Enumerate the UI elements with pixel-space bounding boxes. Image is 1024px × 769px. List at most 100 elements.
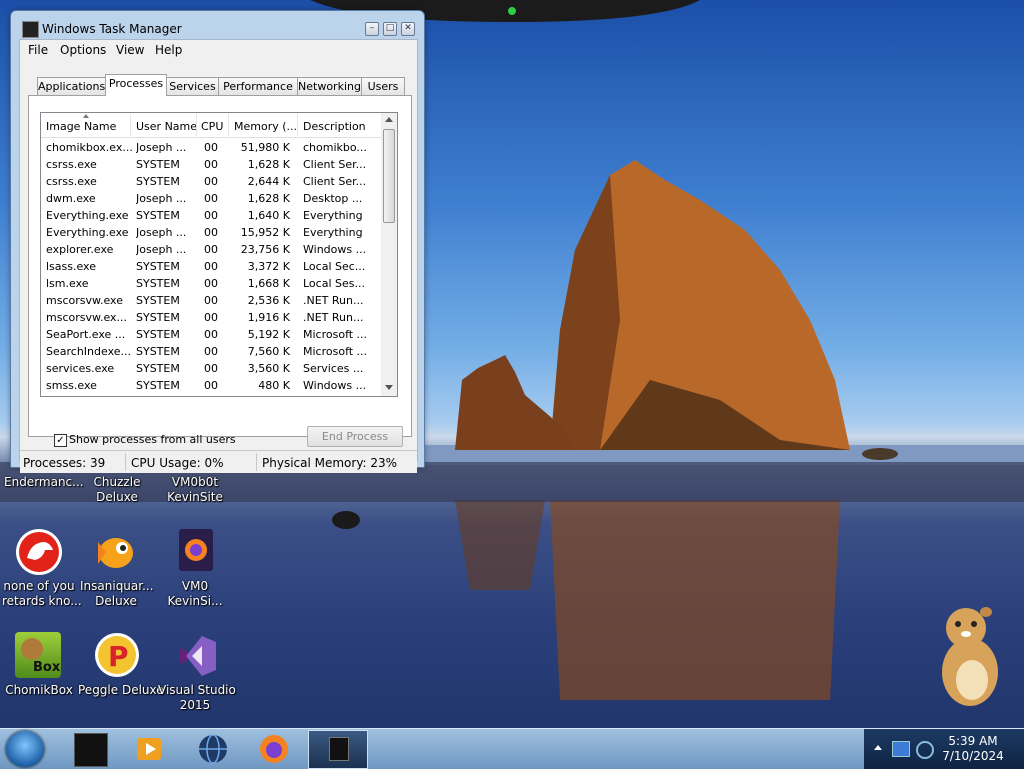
start-orb-icon[interactable] xyxy=(6,731,44,767)
end-process-button[interactable]: End Process xyxy=(307,426,403,447)
table-cell: 2,644 K xyxy=(247,175,290,188)
table-row[interactable]: csrss.exe SYSTEM 00 2,644 K Client Ser... xyxy=(41,173,381,190)
media-player-icon[interactable] xyxy=(134,733,166,765)
menu-view[interactable]: View xyxy=(116,43,144,57)
show-all-users-label[interactable]: Show processes from all users xyxy=(69,433,236,446)
maximize-button[interactable]: □ xyxy=(383,22,397,36)
table-cell: Client Ser... xyxy=(303,175,367,188)
scroll-up-arrow-icon[interactable] xyxy=(385,117,393,122)
chomikbox-badge: Box xyxy=(33,660,61,675)
clock[interactable]: 5:39 AM 7/10/2024 xyxy=(928,734,1018,764)
desktop-icon-label-chomikbox[interactable]: ChomikBox xyxy=(2,683,76,698)
desktop-icon-label-none-of-you[interactable]: none of you retards kno... xyxy=(2,579,82,609)
table-cell: 15,952 K xyxy=(240,226,290,239)
processes-panel: Image Name User Name CPU Memory (... Des… xyxy=(28,95,412,437)
table-cell: SYSTEM xyxy=(136,209,180,222)
tab-processes[interactable]: Processes xyxy=(105,74,167,96)
title-bar[interactable]: Windows Task Manager – □ ✕ xyxy=(11,11,424,39)
terminal-icon[interactable] xyxy=(74,733,108,767)
scroll-down-arrow-icon[interactable] xyxy=(385,385,393,390)
network-icon[interactable] xyxy=(892,741,910,757)
table-cell: Microsoft ... xyxy=(303,328,368,341)
window-client-area: File Options View Help Applications Proc… xyxy=(19,39,418,473)
column-separator xyxy=(228,114,229,136)
desktop-icon-label-vm0[interactable]: VM0 KevinSi... xyxy=(166,579,224,609)
table-row[interactable]: mscorsvw.ex... SYSTEM 00 1,916 K .NET Run... xyxy=(41,309,381,326)
table-cell: SearchIndexe... xyxy=(46,345,131,358)
visual-studio-icon[interactable] xyxy=(172,632,218,678)
process-list[interactable]: Image Name User Name CPU Memory (... Des… xyxy=(40,112,382,397)
hamster-mascot-icon xyxy=(942,607,998,706)
desktop-icon-label-chuzzle[interactable]: Chuzzle Deluxe xyxy=(92,475,142,505)
desktop-icon-label-vm0b0t[interactable]: VM0b0t KevinSite xyxy=(166,475,224,505)
table-cell: SYSTEM xyxy=(136,379,180,392)
process-list-scrollbar[interactable] xyxy=(381,112,398,397)
table-cell: Everything xyxy=(303,226,363,239)
table-row[interactable]: lsm.exe SYSTEM 00 1,668 K Local Ses... xyxy=(41,275,381,292)
table-row[interactable]: chomikbox.ex... Joseph ... 00 51,980 K chomi… xyxy=(41,139,381,156)
desktop-icon-label-peggle[interactable]: Peggle Deluxe xyxy=(78,683,164,698)
table-row[interactable]: services.exe SYSTEM 00 3,560 K Services ... xyxy=(41,360,381,377)
column-memory[interactable]: Memory (... xyxy=(234,120,297,133)
tab-users[interactable]: Users xyxy=(361,77,405,95)
label-line: Deluxe xyxy=(95,594,137,608)
menu-bar: File Options View Help xyxy=(20,40,417,59)
table-cell: 2,536 K xyxy=(247,294,290,307)
red-dragon-app-icon[interactable] xyxy=(15,528,63,576)
show-all-users-checkbox[interactable]: ✓ xyxy=(54,434,67,447)
scroll-thumb[interactable] xyxy=(383,129,395,223)
table-row[interactable]: dwm.exe Joseph ... 00 1,628 K Desktop ... xyxy=(41,190,381,207)
table-cell: 1,668 K xyxy=(247,277,290,290)
close-button[interactable]: ✕ xyxy=(401,22,415,36)
tab-services[interactable]: Services xyxy=(166,77,219,95)
table-cell: lsm.exe xyxy=(46,277,89,290)
table-cell: Joseph ... xyxy=(136,243,187,256)
table-row[interactable]: explorer.exe Joseph ... 00 23,756 K Windows … xyxy=(41,241,381,258)
label-line: retards kno... xyxy=(2,594,82,608)
tab-networking[interactable]: Networking xyxy=(297,77,362,95)
desktop-icon-label-visual-studio[interactable]: Visual Studio 2015 xyxy=(158,683,236,713)
chomikbox-icon[interactable]: Box xyxy=(15,632,61,678)
column-separator xyxy=(196,114,197,136)
table-cell: explorer.exe xyxy=(46,243,114,256)
menu-options[interactable]: Options xyxy=(60,43,106,57)
column-cpu[interactable]: CPU xyxy=(201,120,223,133)
table-row[interactable]: lsass.exe SYSTEM 00 3,372 K Local Sec... xyxy=(41,258,381,275)
table-row[interactable]: SearchIndexe... SYSTEM 00 7,560 K Microsoft … xyxy=(41,343,381,360)
table-cell: Everything xyxy=(303,209,363,222)
table-row[interactable]: smss.exe SYSTEM 00 480 K Windows ... xyxy=(41,377,381,394)
table-cell: Joseph ... xyxy=(136,226,187,239)
tab-applications[interactable]: Applications xyxy=(37,77,106,95)
table-row[interactable]: csrss.exe SYSTEM 00 1,628 K Client Ser... xyxy=(41,156,381,173)
tab-performance[interactable]: Performance xyxy=(218,77,298,95)
goldfish-icon[interactable] xyxy=(92,528,142,576)
desktop-icon-label-insaniquarium[interactable]: Insaniquar... Deluxe xyxy=(80,579,154,609)
task-manager-window[interactable]: Windows Task Manager – □ ✕ File Options … xyxy=(10,10,425,473)
globe-icon[interactable] xyxy=(197,733,229,765)
process-list-header: Image Name User Name CPU Memory (... Des… xyxy=(41,113,381,138)
table-cell: Windows ... xyxy=(303,243,367,256)
menu-help[interactable]: Help xyxy=(155,43,182,57)
table-cell: 00 xyxy=(204,260,218,273)
table-row[interactable]: Everything.exe SYSTEM 00 1,640 K Everything xyxy=(41,207,381,224)
peggle-icon[interactable]: P xyxy=(94,632,140,678)
show-hidden-icons-icon[interactable] xyxy=(874,745,882,750)
table-row[interactable]: SeaPort.exe ... SYSTEM 00 5,192 K Microsoft … xyxy=(41,326,381,343)
label-line: VM0 xyxy=(181,579,209,593)
table-cell: .NET Run... xyxy=(303,311,364,324)
desktop-icon-label-endermanch[interactable]: Endermanc... xyxy=(4,475,84,490)
table-cell: 00 xyxy=(204,209,218,222)
column-user-name[interactable]: User Name xyxy=(136,120,197,133)
menu-file[interactable]: File xyxy=(28,43,48,57)
table-cell: 00 xyxy=(204,175,218,188)
minimize-button[interactable]: – xyxy=(365,22,379,36)
task-manager-icon[interactable] xyxy=(308,730,368,769)
table-row[interactable]: Everything.exe Joseph ... 00 15,952 K Everyt… xyxy=(41,224,381,241)
column-description[interactable]: Description xyxy=(303,120,366,133)
column-image-name[interactable]: Image Name xyxy=(46,120,116,133)
table-row[interactable]: mscorsvw.exe SYSTEM 00 2,536 K .NET Run... xyxy=(41,292,381,309)
firefox-icon[interactable] xyxy=(258,733,290,765)
firefox-file-icon[interactable] xyxy=(178,528,214,572)
table-cell: 00 xyxy=(204,141,218,154)
column-separator xyxy=(130,114,131,136)
